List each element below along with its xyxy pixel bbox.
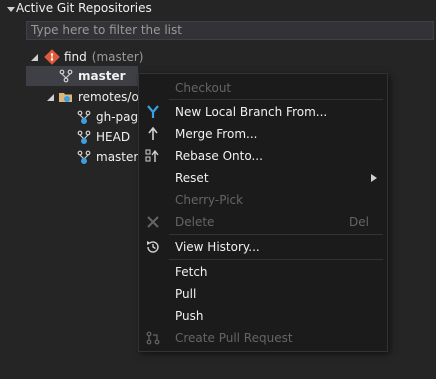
menu-item-create-pull-request[interactable]: Create Pull Request	[139, 327, 387, 349]
local-branch-name: master	[78, 69, 126, 83]
menu-item-delete[interactable]: Delete Del	[139, 211, 387, 233]
menu-item-label: Reset	[175, 171, 209, 185]
menu-item-label: Fetch	[175, 265, 208, 279]
menu-item-label: Delete	[175, 215, 215, 229]
menu-item-checkout[interactable]: Checkout	[139, 77, 387, 99]
tree-item-remotes[interactable]: remotes/or	[47, 87, 144, 107]
menu-item-label: Checkout	[175, 81, 232, 95]
merge-icon	[148, 126, 158, 140]
menu-item-label: Create Pull Request	[175, 331, 293, 345]
git-repo-icon	[44, 49, 60, 65]
repo-branch: (master)	[91, 50, 144, 64]
history-clock-icon	[147, 241, 159, 253]
section-title: Active Git Repositories	[16, 1, 152, 15]
remote-branch-icon	[77, 110, 91, 124]
delete-x-icon	[147, 216, 159, 228]
menu-item-reset[interactable]: Reset	[139, 167, 387, 189]
tree-item-local-master[interactable]: master	[58, 66, 126, 86]
menu-separator	[169, 99, 383, 100]
branch-icon	[59, 69, 73, 83]
filter-input[interactable]	[31, 23, 429, 38]
menu-item-push[interactable]: Push	[139, 305, 387, 327]
remote-branch-icon	[77, 130, 91, 144]
menu-item-label: Push	[175, 309, 204, 323]
menu-item-pull[interactable]: Pull	[139, 283, 387, 305]
remote-branch-name: master	[96, 150, 139, 164]
branch-icon	[147, 105, 159, 118]
expand-triangle-icon[interactable]	[47, 93, 56, 102]
tree-item-repo-find[interactable]: find (master)	[31, 47, 143, 67]
repo-name: find	[64, 50, 87, 64]
remotes-label: remotes/or	[78, 90, 144, 104]
menu-item-cherry-pick[interactable]: Cherry-Pick	[139, 189, 387, 211]
menu-item-label: View History...	[175, 240, 260, 254]
menu-item-new-local-branch[interactable]: New Local Branch From...	[139, 101, 387, 123]
tree-item-remote-branch[interactable]: gh-page	[76, 107, 146, 127]
menu-separator	[169, 259, 383, 260]
menu-item-label: Merge From...	[175, 127, 258, 141]
menu-item-label: New Local Branch From...	[175, 105, 328, 119]
menu-item-view-history[interactable]: View History...	[139, 236, 387, 258]
submenu-arrow-icon	[371, 174, 377, 182]
filter-box[interactable]	[26, 21, 434, 40]
tree-item-remote-branch[interactable]: HEAD	[76, 127, 130, 147]
expand-triangle-icon[interactable]	[31, 53, 40, 62]
pull-request-icon	[146, 331, 160, 345]
menu-item-label: Pull	[175, 287, 197, 301]
menu-item-label: Rebase Onto...	[175, 149, 263, 163]
menu-item-rebase-onto[interactable]: Rebase Onto...	[139, 145, 387, 167]
remote-branch-name: HEAD	[96, 130, 131, 144]
section-header[interactable]: Active Git Repositories	[0, 0, 436, 20]
tree-item-remote-branch[interactable]: master	[76, 147, 138, 167]
rebase-icon	[145, 149, 159, 162]
remote-branch-icon	[77, 150, 91, 164]
menu-item-merge-from[interactable]: Merge From...	[139, 123, 387, 145]
menu-item-label: Cherry-Pick	[175, 193, 244, 207]
collapse-triangle-icon[interactable]	[6, 3, 16, 15]
menu-item-shortcut: Del	[349, 215, 369, 229]
menu-separator	[169, 234, 383, 235]
remote-folder-icon	[59, 93, 72, 102]
menu-item-fetch[interactable]: Fetch	[139, 261, 387, 283]
context-menu: Checkout New Local Branch From... Merge …	[138, 73, 388, 352]
